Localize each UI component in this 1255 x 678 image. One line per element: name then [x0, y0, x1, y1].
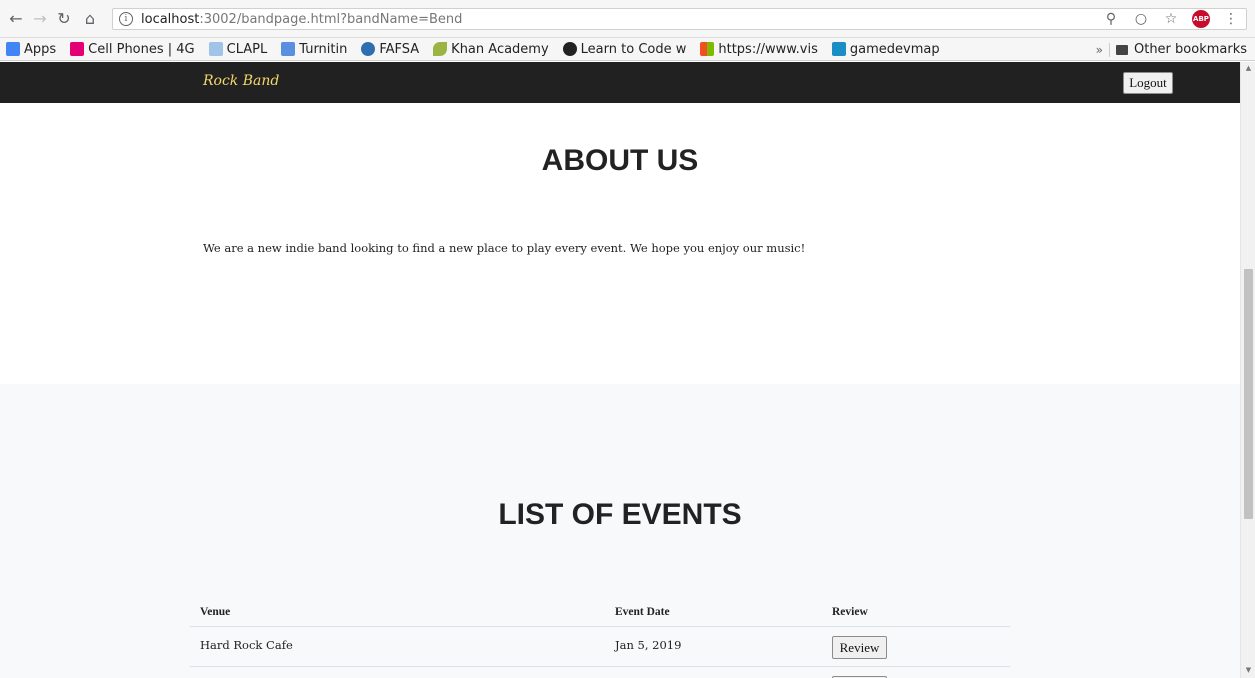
column-header-venue: Venue: [200, 606, 231, 618]
bookmark-fafsa[interactable]: FAFSA: [355, 38, 427, 61]
folder-icon: [1115, 44, 1128, 55]
column-header-date: Event Date: [615, 606, 670, 618]
scroll-up-icon[interactable]: ▲: [1241, 64, 1255, 72]
apps-icon: [6, 42, 20, 56]
url-path: :3002/bandpage.html?bandName=Bend: [199, 12, 463, 27]
bookmark-label: FAFSA: [379, 41, 420, 57]
events-table: Venue Event Date Review Hard Rock Cafe J…: [190, 591, 1010, 678]
url-text[interactable]: localhost:3002/bandpage.html?bandName=Be…: [141, 12, 462, 27]
table-row: [190, 667, 1010, 678]
review-button[interactable]: Review: [832, 636, 887, 659]
globe-icon: [361, 42, 376, 56]
bookmark-label: gamedevmap: [849, 41, 940, 57]
about-text: We are a new indie band looking to find …: [203, 241, 806, 255]
address-bar[interactable]: i localhost:3002/bandpage.html?bandName=…: [112, 8, 1247, 30]
bookmark-learn-to-code[interactable]: Learn to Code w: [557, 38, 695, 61]
github-icon: [562, 42, 577, 56]
table-header: Venue Event Date Review: [190, 591, 1010, 627]
star-icon[interactable]: ☆: [1162, 11, 1180, 27]
bookmark-cell-phones[interactable]: Cell Phones | 4G: [64, 38, 202, 61]
bookmark-gamedevmap[interactable]: gamedevmap: [826, 38, 948, 61]
home-icon[interactable]: ⌂: [80, 9, 100, 29]
adblock-icon[interactable]: ABP: [1192, 10, 1210, 28]
page-scrollbar[interactable]: ▲ ▼: [1240, 62, 1255, 678]
site-navbar: Rock Band Logout: [0, 62, 1240, 103]
tmobile-icon: [70, 42, 85, 56]
bookmarks-bar: Apps Cell Phones | 4G CLAPL Turnitin FAF…: [0, 38, 1255, 61]
bookmark-apps[interactable]: Apps: [0, 38, 64, 61]
zoom-icon[interactable]: ⚲: [1102, 11, 1120, 27]
about-heading: ABOUT US: [541, 144, 699, 177]
back-icon[interactable]: ←: [6, 9, 26, 29]
clapl-icon: [208, 42, 223, 56]
column-header-review: Review: [832, 606, 868, 618]
brand-logo[interactable]: Rock Band: [203, 73, 279, 89]
bookmarks-overflow-button[interactable]: »: [1090, 42, 1110, 57]
browser-toolbar: ← → ↻ ⌂ i localhost:3002/bandpage.html?b…: [0, 0, 1255, 38]
forward-icon[interactable]: →: [30, 9, 50, 29]
bookmark-label: Apps: [24, 41, 57, 57]
leaf-icon: [433, 42, 448, 56]
page-viewport: Rock Band Logout ABOUT US We are a new i…: [0, 62, 1240, 678]
events-section: LIST OF EVENTS Venue Event Date Review H…: [0, 384, 1240, 678]
reload-icon[interactable]: ↻: [54, 9, 74, 29]
table-row: Hard Rock Cafe Jan 5, 2019 Review: [190, 627, 1010, 667]
bookmark-turnitin[interactable]: Turnitin: [275, 38, 355, 61]
logout-button[interactable]: Logout: [1123, 72, 1173, 94]
key-icon[interactable]: ○: [1132, 11, 1150, 27]
menu-icon[interactable]: ⋮: [1222, 11, 1240, 27]
scrollbar-thumb[interactable]: [1244, 269, 1253, 519]
windows-icon: [700, 42, 715, 56]
gamedevmap-icon: [831, 42, 846, 56]
events-heading: LIST OF EVENTS: [498, 498, 742, 531]
bookmark-label: https://www.vis: [718, 41, 818, 57]
other-bookmarks[interactable]: Other bookmarks: [1134, 42, 1247, 57]
venue-cell: Hard Rock Cafe: [200, 638, 293, 652]
turnitin-icon: [281, 42, 296, 56]
bookmark-vis[interactable]: https://www.vis: [694, 38, 826, 61]
bookmark-label: Khan Academy: [451, 41, 549, 57]
scroll-down-icon[interactable]: ▼: [1241, 666, 1255, 674]
bookmark-label: CLAPL: [226, 41, 268, 57]
bookmark-label: Cell Phones | 4G: [88, 41, 195, 57]
bookmark-label: Learn to Code w: [580, 41, 687, 57]
bookmark-clapl[interactable]: CLAPL: [203, 38, 276, 61]
bookmark-label: Turnitin: [299, 41, 348, 57]
date-cell: Jan 5, 2019: [615, 638, 682, 652]
url-host: localhost: [141, 12, 200, 27]
info-icon[interactable]: i: [119, 12, 133, 26]
bookmark-khan-academy[interactable]: Khan Academy: [427, 38, 557, 61]
